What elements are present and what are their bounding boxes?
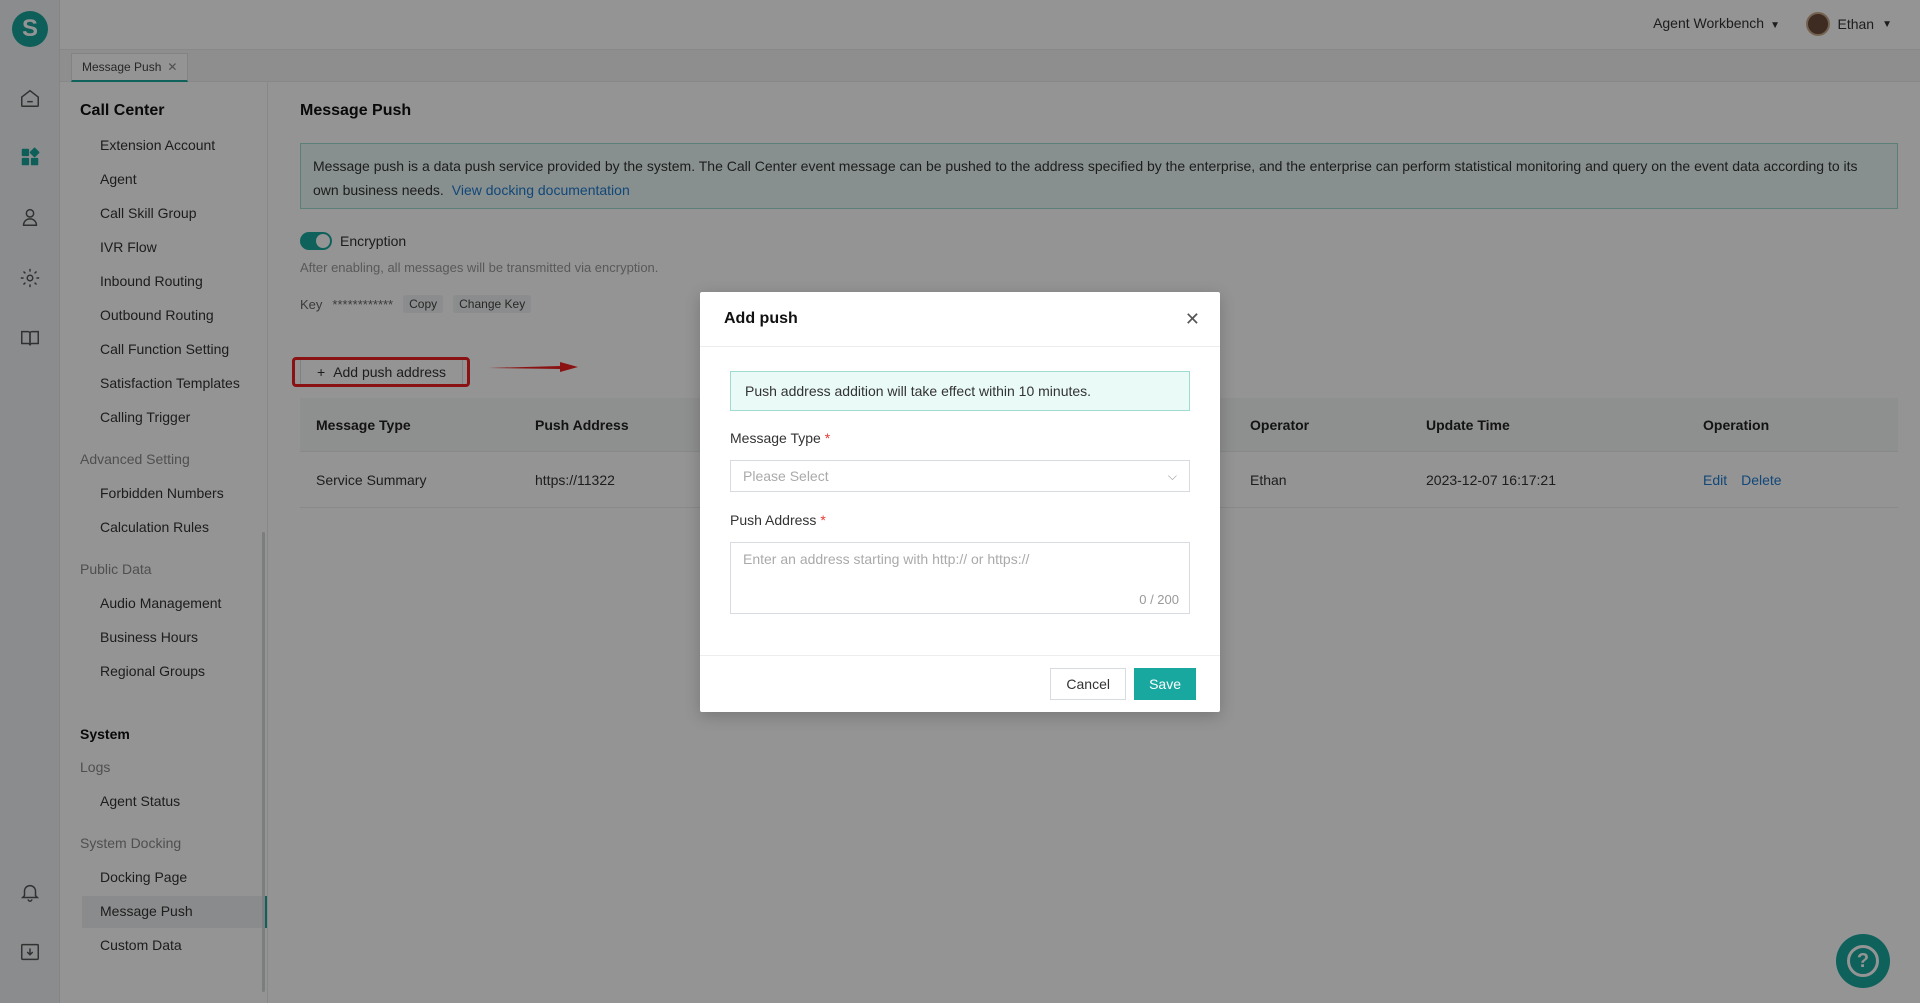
- close-icon[interactable]: ✕: [1185, 310, 1200, 328]
- cancel-button[interactable]: Cancel: [1050, 668, 1126, 700]
- required-mark: *: [820, 512, 826, 528]
- dialog-notice: Push address addition will take effect w…: [730, 371, 1190, 411]
- char-counter: 0 / 200: [1139, 592, 1179, 607]
- dialog-footer: Cancel Save: [700, 655, 1220, 712]
- push-address-label-text: Push Address: [730, 512, 817, 528]
- add-push-dialog: Add push ✕ Push address addition will ta…: [700, 292, 1220, 712]
- push-address-textarea[interactable]: Enter an address starting with http:// o…: [730, 542, 1190, 614]
- message-type-placeholder: Please Select: [743, 468, 829, 484]
- message-type-label-text: Message Type: [730, 430, 821, 446]
- message-type-select[interactable]: Please Select ⌵: [730, 460, 1190, 492]
- push-address-placeholder: Enter an address starting with http:// o…: [743, 551, 1030, 567]
- dialog-title: Add push: [724, 310, 798, 327]
- message-type-label: Message Type *: [730, 430, 830, 446]
- chevron-down-icon: ⌵: [1167, 468, 1177, 483]
- required-mark: *: [824, 430, 831, 446]
- dialog-header: Add push ✕: [700, 292, 1220, 347]
- push-address-label: Push Address *: [730, 512, 826, 528]
- save-button[interactable]: Save: [1134, 668, 1196, 700]
